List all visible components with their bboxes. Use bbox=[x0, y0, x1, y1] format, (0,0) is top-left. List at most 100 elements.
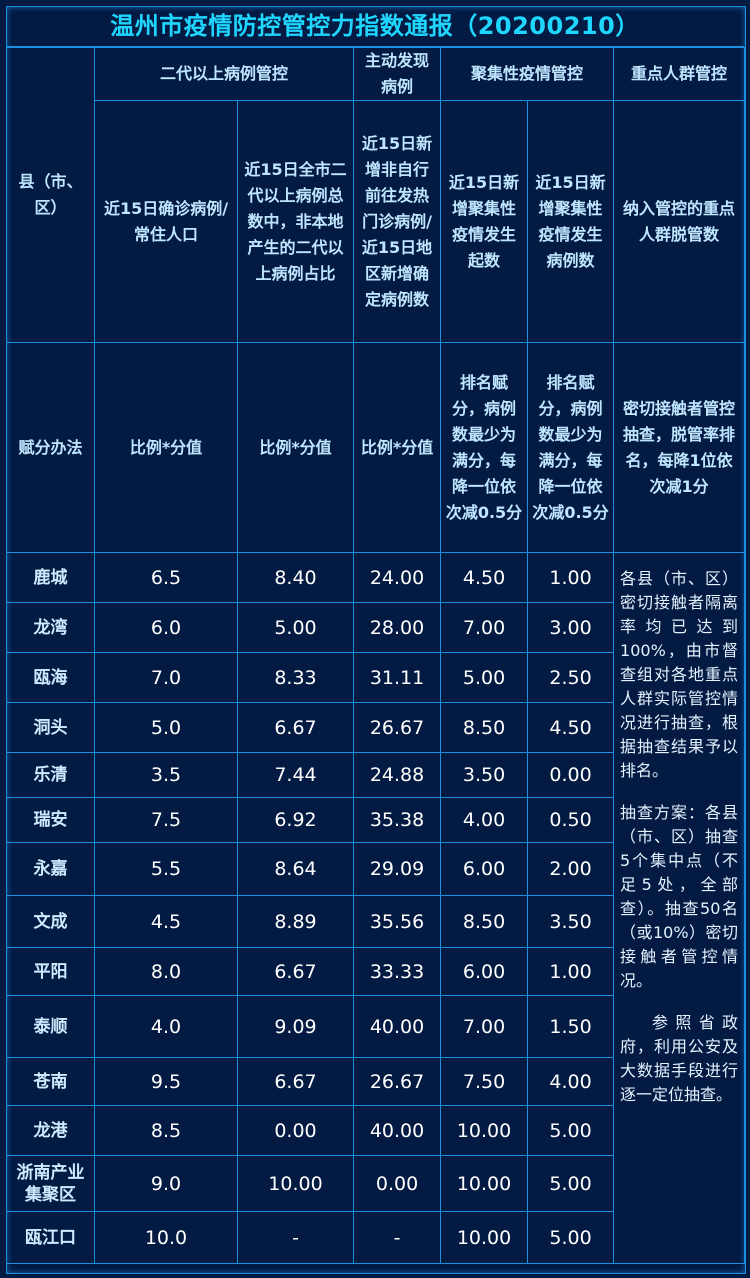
score-cell: 8.0 bbox=[94, 947, 238, 996]
county-name: 龙湾 bbox=[6, 602, 95, 653]
scoring-method: 排名赋分，病例数最少为满分，每降一位依次减0.5分 bbox=[527, 342, 615, 553]
score-cell: 28.00 bbox=[353, 602, 442, 653]
score-cell: 3.50 bbox=[527, 895, 615, 948]
score-cell: 10.0 bbox=[94, 1211, 238, 1264]
county-name: 浙南产业集聚区 bbox=[6, 1155, 95, 1212]
county-header: 县（市、区） bbox=[6, 47, 95, 343]
score-cell: 6.67 bbox=[236, 1057, 355, 1106]
score-cell: 5.00 bbox=[527, 1211, 615, 1264]
county-name: 瓯江口 bbox=[6, 1211, 95, 1264]
score-cell: 6.5 bbox=[94, 552, 238, 603]
score-cell: 7.50 bbox=[440, 1057, 529, 1106]
table-row: 鹿城 6.5 8.40 24.00 4.50 1.00 各县（市、区）密切接触者… bbox=[6, 552, 746, 1264]
score-cell: 33.33 bbox=[353, 947, 442, 996]
key-population-note: 各县（市、区）密切接触者隔离率均已达到100%，由市督查组对各地重点人群实际管控… bbox=[613, 552, 746, 1264]
county-name: 洞头 bbox=[6, 702, 95, 753]
score-cell: 7.44 bbox=[236, 752, 355, 798]
group-header-secondary-cases: 二代以上病例管控 bbox=[93, 47, 355, 101]
note-paragraph: 抽查方案：各县（市、区）抽查5个集中点（不足5处，全部查）。抽查50名（或10%… bbox=[620, 803, 739, 990]
county-name: 瓯海 bbox=[6, 652, 95, 703]
county-name: 苍南 bbox=[6, 1057, 95, 1106]
scoring-method: 比例*分值 bbox=[94, 342, 238, 553]
score-cell: 6.0 bbox=[94, 602, 238, 653]
scoring-method: 密切接触者管控抽查，脱管率排名，每降1位依次减1分 bbox=[613, 342, 746, 553]
score-cell: 31.11 bbox=[353, 652, 442, 703]
group-header-active-detection: 主动发现病例 bbox=[353, 47, 442, 101]
score-cell: 5.00 bbox=[440, 652, 529, 703]
score-cell: 5.00 bbox=[236, 602, 355, 653]
score-cell: 26.67 bbox=[353, 1057, 442, 1106]
score-cell: 0.00 bbox=[236, 1105, 355, 1156]
score-cell: 2.50 bbox=[527, 652, 615, 703]
page-title: 温州市疫情防控管控力指数通报（20200210） bbox=[6, 6, 744, 47]
score-cell: 8.64 bbox=[236, 842, 355, 896]
score-cell: 5.0 bbox=[94, 702, 238, 753]
score-cell: 24.88 bbox=[353, 752, 442, 798]
score-cell: 4.50 bbox=[440, 552, 529, 603]
score-cell: 1.00 bbox=[527, 552, 615, 603]
score-cell: 1.00 bbox=[527, 947, 615, 996]
score-cell: 1.50 bbox=[527, 995, 615, 1058]
score-cell: 2.00 bbox=[527, 842, 615, 896]
score-cell: 8.40 bbox=[236, 552, 355, 603]
county-name: 乐清 bbox=[6, 752, 95, 798]
note-paragraph: 各县（市、区）密切接触者隔离率均已达到100%，由市督查组对各地重点人群实际管控… bbox=[620, 569, 739, 780]
score-cell: 8.89 bbox=[236, 895, 355, 948]
group-header-key-population: 重点人群管控 bbox=[613, 47, 746, 101]
county-name: 鹿城 bbox=[6, 552, 95, 603]
score-cell: 10.00 bbox=[236, 1155, 355, 1212]
score-cell: 5.5 bbox=[94, 842, 238, 896]
score-cell: 6.67 bbox=[236, 947, 355, 996]
county-name: 永嘉 bbox=[6, 842, 95, 896]
score-cell: 3.00 bbox=[527, 602, 615, 653]
score-cell: 8.5 bbox=[94, 1105, 238, 1156]
score-cell: 3.50 bbox=[440, 752, 529, 798]
county-name: 瑞安 bbox=[6, 797, 95, 843]
score-cell: 35.38 bbox=[353, 797, 442, 843]
column-header-cluster-cases: 近15日新增聚集性疫情发生病例数 bbox=[527, 100, 615, 343]
score-cell: 0.00 bbox=[353, 1155, 442, 1212]
score-cell: 10.00 bbox=[440, 1211, 529, 1264]
score-cell: 0.00 bbox=[527, 752, 615, 798]
score-cell: 3.5 bbox=[94, 752, 238, 798]
column-header-nonlocal-ratio: 近15日全市二代以上病例总数中，非本地产生的二代以上病例占比 bbox=[236, 100, 355, 343]
score-cell: 24.00 bbox=[353, 552, 442, 603]
score-cell: - bbox=[353, 1211, 442, 1264]
score-cell: 35.56 bbox=[353, 895, 442, 948]
score-cell: 4.50 bbox=[527, 702, 615, 753]
score-cell: 5.00 bbox=[527, 1155, 615, 1212]
column-header-fever-clinic-ratio: 近15日新增非自行前往发热门诊病例/近15日地区新增确定病例数 bbox=[353, 100, 442, 343]
score-cell: 9.5 bbox=[94, 1057, 238, 1106]
column-header-unmanaged-count: 纳入管控的重点人群脱管数 bbox=[613, 100, 746, 343]
score-cell: - bbox=[236, 1211, 355, 1264]
score-cell: 4.0 bbox=[94, 995, 238, 1058]
score-cell: 5.00 bbox=[527, 1105, 615, 1156]
score-cell: 8.50 bbox=[440, 702, 529, 753]
scoring-method: 比例*分值 bbox=[353, 342, 442, 553]
score-cell: 40.00 bbox=[353, 995, 442, 1058]
group-header-cluster-control: 聚集性疫情管控 bbox=[440, 47, 615, 101]
score-cell: 8.33 bbox=[236, 652, 355, 703]
score-cell: 7.00 bbox=[440, 602, 529, 653]
score-cell: 10.00 bbox=[440, 1105, 529, 1156]
score-cell: 26.67 bbox=[353, 702, 442, 753]
score-cell: 9.09 bbox=[236, 995, 355, 1058]
score-cell: 10.00 bbox=[440, 1155, 529, 1212]
score-cell: 7.0 bbox=[94, 652, 238, 703]
score-cell: 0.50 bbox=[527, 797, 615, 843]
score-cell: 6.67 bbox=[236, 702, 355, 753]
county-name: 泰顺 bbox=[6, 995, 95, 1058]
note-paragraph: 参照省政府，利用公安及大数据手段进行逐一定位抽查。 bbox=[620, 1013, 739, 1104]
score-cell: 4.5 bbox=[94, 895, 238, 948]
score-cell: 40.00 bbox=[353, 1105, 442, 1156]
index-table: 县（市、区） 二代以上病例管控 主动发现病例 聚集性疫情管控 重点人群管控 近1… bbox=[6, 47, 746, 1264]
score-cell: 6.00 bbox=[440, 947, 529, 996]
score-cell: 7.00 bbox=[440, 995, 529, 1058]
score-cell: 8.50 bbox=[440, 895, 529, 948]
score-cell: 6.92 bbox=[236, 797, 355, 843]
score-cell: 4.00 bbox=[440, 797, 529, 843]
score-cell: 6.00 bbox=[440, 842, 529, 896]
column-header-cluster-count: 近15日新增聚集性疫情发生起数 bbox=[440, 100, 529, 343]
score-cell: 7.5 bbox=[94, 797, 238, 843]
county-name: 龙港 bbox=[6, 1105, 95, 1156]
